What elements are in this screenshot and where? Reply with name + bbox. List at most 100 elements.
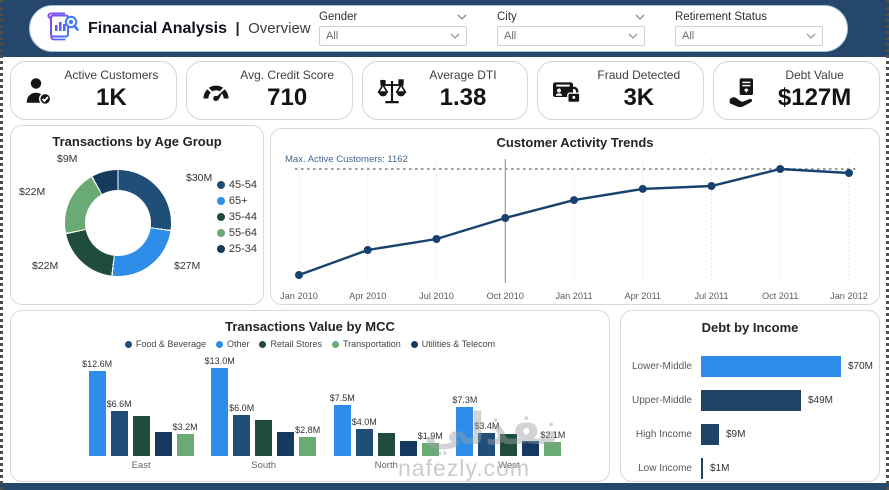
chart-title: Transactions Value by MCC bbox=[225, 319, 395, 334]
filter-retirement-status-dropdown[interactable]: All bbox=[675, 26, 823, 46]
mcc-legend-item[interactable]: Other bbox=[215, 339, 249, 349]
chevron-down-icon bbox=[806, 33, 816, 39]
person-check-icon bbox=[23, 75, 57, 107]
filter-gender-dropdown[interactable]: All bbox=[319, 26, 467, 46]
filter-bar: Gender All City All Retirement Status Al… bbox=[319, 11, 823, 46]
filter-city-dropdown[interactable]: All bbox=[497, 26, 645, 46]
debt-row: High Income $9M bbox=[629, 417, 873, 451]
mcc-legend-item[interactable]: Transportation bbox=[332, 339, 401, 349]
filter-city-value: All bbox=[504, 30, 517, 42]
data-point[interactable] bbox=[845, 169, 853, 177]
donut-legend-item[interactable]: 45-54 bbox=[216, 179, 257, 191]
bar[interactable]: $3.2M bbox=[173, 422, 198, 456]
legend-label: 45-54 bbox=[228, 179, 257, 191]
bar-rect bbox=[377, 433, 395, 456]
filter-retirement-status-header[interactable]: Retirement Status bbox=[675, 11, 823, 23]
mcc-legend-item[interactable]: Utilities & Telecom bbox=[410, 339, 496, 349]
bar[interactable] bbox=[255, 420, 273, 456]
legend-label: 25-34 bbox=[228, 243, 257, 255]
bar[interactable]: $2.8M bbox=[295, 425, 320, 456]
data-point[interactable] bbox=[363, 246, 372, 254]
kpi-label: Debt Value bbox=[785, 68, 844, 83]
bar-rect bbox=[154, 432, 172, 456]
bar[interactable]: $1.9M bbox=[418, 431, 443, 456]
bar-rect bbox=[176, 434, 194, 456]
page-title: Financial Analysis | Overview bbox=[88, 20, 311, 38]
bar[interactable] bbox=[154, 432, 172, 456]
donut-legend-item[interactable]: 55-64 bbox=[216, 227, 257, 239]
data-point[interactable] bbox=[432, 235, 441, 243]
bar[interactable]: $6.6M bbox=[107, 399, 132, 456]
x-axis-label: Jan 2010 bbox=[280, 291, 318, 301]
category-label: North bbox=[374, 460, 398, 471]
debt-rows: Lower-Middle $70M Upper-Middle $49M High Inc… bbox=[629, 349, 873, 485]
filter-city: City All bbox=[497, 11, 645, 46]
bar-value-label: $4.0M bbox=[351, 417, 377, 427]
filter-retirement-status-value: All bbox=[682, 30, 695, 42]
legend-dot-icon bbox=[332, 340, 340, 348]
bar[interactable] bbox=[277, 432, 295, 456]
kpi-label: Average DTI bbox=[429, 68, 497, 83]
bar[interactable]: $4.0M bbox=[352, 417, 377, 456]
balance-scale-icon bbox=[375, 75, 409, 107]
kpi-value: 1.38 bbox=[439, 84, 487, 112]
data-point[interactable] bbox=[295, 271, 303, 279]
bar[interactable] bbox=[399, 441, 417, 456]
donut-legend-item[interactable]: 35-44 bbox=[216, 211, 257, 223]
filter-gender-header[interactable]: Gender bbox=[319, 11, 467, 23]
chart-title: Transactions by Age Group bbox=[52, 134, 222, 149]
bar[interactable]: $2.1M bbox=[540, 430, 565, 456]
legend-label: Transportation bbox=[343, 339, 401, 349]
left-dotted-border bbox=[0, 0, 3, 490]
kpi-active-customers: Active Customers 1K bbox=[10, 61, 177, 120]
legend-label: 65+ bbox=[228, 195, 248, 207]
bar[interactable] bbox=[701, 457, 703, 479]
kpi-value: 710 bbox=[267, 84, 308, 112]
bar[interactable] bbox=[377, 433, 395, 456]
category-label: East bbox=[131, 460, 151, 471]
data-point[interactable] bbox=[776, 165, 785, 173]
bar[interactable] bbox=[701, 389, 801, 411]
donut-label-65plus: $27M bbox=[174, 260, 201, 272]
donut-legend-item[interactable]: 65+ bbox=[216, 195, 257, 207]
donut-label-25-34: $9M bbox=[57, 153, 78, 165]
bar[interactable] bbox=[522, 441, 540, 456]
bar[interactable]: $3.4M bbox=[474, 421, 499, 456]
filter-city-header[interactable]: City bbox=[497, 11, 645, 23]
category-label: Upper-Middle bbox=[631, 394, 692, 406]
mcc-legend-item[interactable]: Retail Stores bbox=[259, 339, 322, 349]
x-axis-label: Jul 2011 bbox=[694, 291, 728, 301]
category-label: West bbox=[498, 460, 520, 471]
bar-rect bbox=[132, 416, 150, 456]
x-axis-label: Oct 2011 bbox=[762, 291, 799, 301]
legend-dot-icon bbox=[216, 229, 225, 237]
kpi-value: 1K bbox=[96, 84, 127, 112]
bar[interactable]: $6.0M bbox=[229, 403, 254, 456]
data-point[interactable] bbox=[501, 214, 510, 222]
bar[interactable] bbox=[132, 416, 150, 456]
data-point[interactable] bbox=[707, 182, 716, 190]
data-point[interactable] bbox=[570, 196, 578, 205]
chart-title: Customer Activity Trends bbox=[496, 135, 654, 150]
kpi-label: Fraud Detected bbox=[597, 68, 681, 83]
bar[interactable] bbox=[701, 355, 841, 377]
mcc-legend-item[interactable]: Food & Beverage bbox=[124, 339, 206, 349]
category-label: High Income bbox=[635, 428, 692, 440]
x-axis-label: Jul 2010 bbox=[419, 291, 454, 301]
max-line-label: Max. Active Customers: 1162 bbox=[285, 154, 408, 165]
debt-row: Low Income $1M bbox=[629, 451, 873, 485]
bar-rect bbox=[299, 437, 317, 456]
bar-group: $12.6M $6.6M $3.2M East bbox=[82, 356, 198, 471]
legend-label: Utilities & Telecom bbox=[421, 339, 496, 349]
bar[interactable] bbox=[500, 434, 518, 456]
data-point[interactable] bbox=[638, 184, 647, 193]
donut-label-35-44: $22M bbox=[32, 260, 59, 272]
bar-rect bbox=[355, 429, 373, 456]
bar[interactable] bbox=[701, 423, 719, 445]
filter-city-label: City bbox=[497, 11, 517, 23]
donut-label-45-54: $30M bbox=[186, 172, 213, 184]
customer-activity-trends-card: Customer Activity Trends Max. Active Cus… bbox=[270, 128, 880, 305]
bar-rect bbox=[399, 441, 417, 456]
filter-gender-label: Gender bbox=[319, 11, 358, 23]
donut-legend-item[interactable]: 25-34 bbox=[216, 243, 257, 255]
